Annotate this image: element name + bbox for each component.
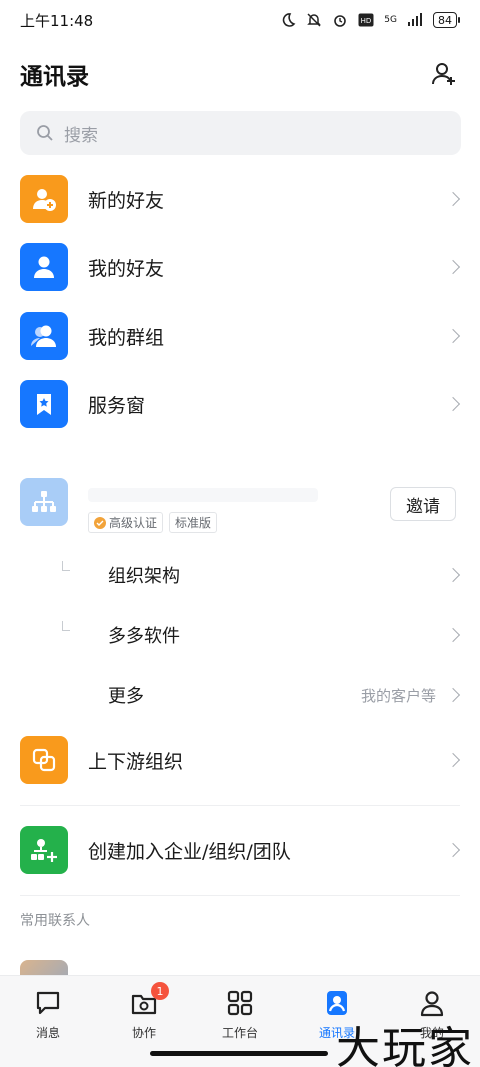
tree-connector <box>62 621 70 631</box>
chevron-right-icon <box>445 396 461 412</box>
chevron-right-icon <box>445 627 461 643</box>
link-chain-icon <box>20 736 68 784</box>
divider <box>20 895 460 896</box>
home-indicator[interactable] <box>150 1051 328 1056</box>
org-sub-item-department[interactable]: 多多软件 <box>0 605 480 665</box>
org-sub-item-structure[interactable]: 组织架构 <box>0 545 480 605</box>
status-icons: HD 5G 84 <box>280 12 460 28</box>
tab-label: 工作台 <box>221 1026 258 1040</box>
status-time: 上午11:48 <box>20 11 94 30</box>
invite-button[interactable]: 邀请 <box>390 487 456 521</box>
menu-service-window[interactable]: 服务窗 <box>0 380 480 428</box>
battery-level: 84 <box>433 12 457 28</box>
menu-upstream-downstream[interactable]: 上下游组织 <box>0 736 480 784</box>
network-label: 5G <box>384 14 397 25</box>
menu-label: 我的好友 <box>88 257 165 280</box>
menu-create-join-org[interactable]: 创建加入企业/组织/团队 <box>0 826 480 874</box>
sub-item-label: 多多软件 <box>108 626 180 647</box>
bookmark-star-icon <box>20 380 68 428</box>
chevron-right-icon <box>445 567 461 583</box>
chevron-right-icon <box>445 259 461 275</box>
divider <box>20 805 460 806</box>
chevron-right-icon <box>445 752 461 768</box>
tab-messages[interactable]: 消息 <box>13 988 83 1041</box>
sub-item-label: 组织架构 <box>108 566 180 587</box>
menu-new-friends[interactable]: 新的好友 <box>0 175 480 223</box>
menu-my-groups[interactable]: 我的群组 <box>0 312 480 360</box>
alarm-icon <box>332 12 348 28</box>
organization-badges: 高级认证 标准版 <box>88 512 218 533</box>
battery-indicator: 84 <box>433 12 460 28</box>
edition-badge: 标准版 <box>169 512 218 533</box>
notification-badge: 1 <box>151 982 169 1000</box>
tab-collaboration[interactable]: 1 协作 <box>109 982 179 1041</box>
sub-item-label: 更多 <box>108 686 144 707</box>
menu-my-friends[interactable]: 我的好友 <box>0 243 480 291</box>
status-bar: 上午11:48 HD 5G 84 <box>0 0 480 40</box>
page-title: 通讯录 <box>20 64 89 90</box>
verified-badge-text: 高级认证 <box>109 516 158 530</box>
menu-label: 服务窗 <box>88 394 146 417</box>
tab-label: 消息 <box>35 1026 60 1040</box>
moon-icon <box>280 12 296 28</box>
chevron-right-icon <box>445 842 461 858</box>
hd-icon: HD <box>358 13 374 27</box>
search-icon <box>37 125 53 141</box>
friend-icon <box>20 243 68 291</box>
organization-name <box>88 488 318 502</box>
watermark: 大玩家 <box>336 1023 474 1067</box>
svg-text:HD: HD <box>361 17 372 25</box>
tab-workbench[interactable]: 工作台 <box>205 988 275 1041</box>
header: 通讯录 <box>0 48 480 100</box>
chat-bubble-icon <box>33 988 63 1018</box>
grid-icon <box>225 988 255 1018</box>
frequent-contacts-title: 常用联系人 <box>20 913 90 929</box>
menu-label: 创建加入企业/组织/团队 <box>88 840 291 863</box>
tree-connector <box>62 561 70 571</box>
org-sub-item-more[interactable]: 更多 我的客户等 <box>0 665 480 725</box>
chevron-right-icon <box>445 191 461 207</box>
signal-icon <box>407 13 423 27</box>
mute-bell-icon <box>306 12 322 28</box>
add-contact-button[interactable] <box>428 58 460 90</box>
search-placeholder: 搜索 <box>64 125 98 146</box>
create-org-icon <box>20 826 68 874</box>
verified-check-icon <box>94 516 106 529</box>
menu-label: 我的群组 <box>88 326 165 349</box>
collaboration-icon: 1 <box>129 982 169 1018</box>
more-hint: 我的客户等 <box>360 687 436 705</box>
menu-label: 上下游组织 <box>88 750 184 773</box>
add-person-icon <box>432 63 455 85</box>
chevron-right-icon <box>445 687 461 703</box>
tab-label: 协作 <box>131 1026 156 1040</box>
search-input[interactable]: 搜索 <box>20 111 461 155</box>
verified-badge: 高级认证 <box>88 512 164 533</box>
menu-label: 新的好友 <box>88 189 165 212</box>
new-friend-icon <box>20 175 68 223</box>
organization-icon[interactable] <box>20 478 68 526</box>
group-icon <box>20 312 68 360</box>
chevron-right-icon <box>445 328 461 344</box>
